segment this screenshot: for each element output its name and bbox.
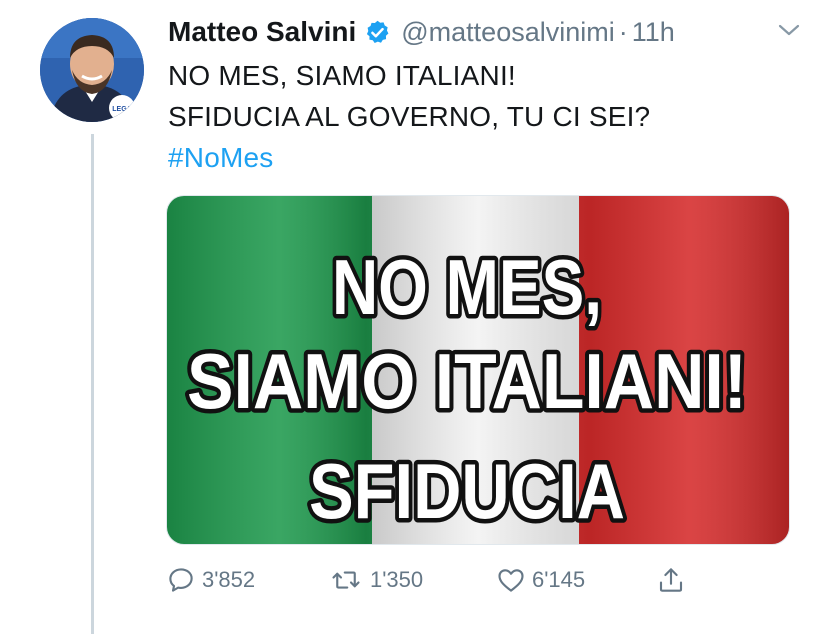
reply-button[interactable]: 3'852 [166, 560, 255, 600]
media-headline-line-3: SFIDUCIA [309, 447, 625, 535]
flag-image: NO MES, SIAMO ITALIANI! SFIDUCIA [167, 196, 789, 544]
reply-icon [169, 568, 193, 592]
avatar-image: LEGA [40, 18, 144, 122]
retweet-button[interactable]: 1'350 [328, 560, 423, 600]
tweet-time[interactable]: 11h [632, 17, 675, 48]
author-name[interactable]: Matteo Salvini [168, 16, 356, 48]
media-headline-line-2: SIAMO ITALIANI! [187, 337, 747, 425]
chevron-down-icon[interactable] [776, 20, 802, 40]
retweet-count: 1'350 [370, 567, 424, 592]
verified-badge-icon [367, 20, 389, 43]
share-button[interactable] [656, 560, 686, 600]
avatar-badge: LEGA [112, 106, 131, 113]
retweet-icon [332, 571, 360, 589]
like-count: 6'145 [532, 567, 586, 592]
media-headline-line-1: NO MES, [332, 243, 602, 331]
tweet-text-line-2: SFIDUCIA AL GOVERNO, TU CI SEI? [168, 101, 651, 132]
author-handle[interactable]: @matteosalvinimi [401, 17, 614, 48]
thread-line [91, 134, 94, 634]
share-icon [659, 568, 683, 592]
separator-dot: · [618, 16, 628, 47]
tweet-text-line-1: NO MES, SIAMO ITALIANI! [168, 60, 516, 91]
reply-count: 3'852 [202, 567, 256, 592]
tweet-header: Matteo Salvini @matteosalvinimi · 11h [168, 12, 808, 52]
tweet-media-image[interactable]: NO MES, SIAMO ITALIANI! SFIDUCIA [166, 195, 790, 545]
like-icon [498, 569, 524, 592]
tweet-actions: 3'852 1'350 6'145 [166, 560, 726, 600]
hashtag-link[interactable]: #NoMes [168, 142, 273, 174]
avatar[interactable]: LEGA [40, 18, 144, 122]
like-button[interactable]: 6'145 [496, 560, 585, 600]
